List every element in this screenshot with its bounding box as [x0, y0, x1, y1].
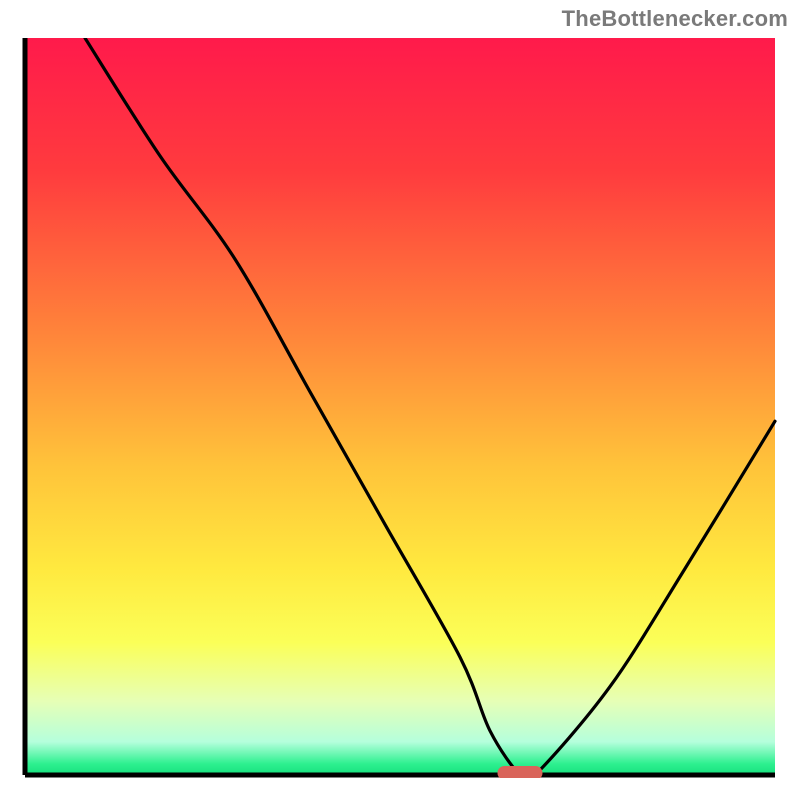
optimum-marker — [498, 766, 543, 778]
attribution-label: TheBottlenecker.com — [562, 6, 788, 32]
gradient-background — [25, 38, 775, 775]
bottleneck-chart — [22, 38, 778, 778]
plot-area — [22, 38, 778, 778]
chart-stage: TheBottlenecker.com — [0, 0, 800, 800]
